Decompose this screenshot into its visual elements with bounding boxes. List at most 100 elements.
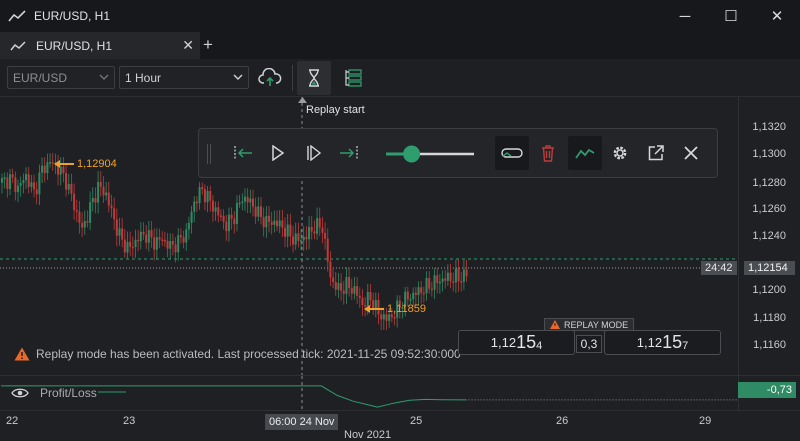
cloud-upload-button[interactable] — [253, 61, 287, 95]
price-tick: 1,1180 — [753, 312, 786, 324]
low-price-annotation: 1,11859 — [364, 303, 426, 315]
step-forward-button[interactable] — [297, 136, 331, 170]
price-tick: 1,1260 — [752, 203, 786, 215]
close-window-button[interactable]: ✕ — [754, 0, 800, 32]
layers-button[interactable] — [336, 61, 370, 95]
candle-body — [462, 269, 465, 282]
candle-body — [230, 214, 233, 219]
play-button[interactable] — [261, 136, 295, 170]
play-icon — [272, 145, 285, 161]
candle-body — [142, 231, 145, 235]
candle-body — [417, 287, 420, 295]
bid-big-digits: 15 — [516, 332, 537, 352]
step-forward-icon — [307, 145, 322, 161]
speed-slider[interactable] — [384, 144, 476, 164]
loop-button[interactable] — [495, 136, 529, 170]
price-axis[interactable]: 1,1320 1,1300 1,1280 1,1260 1,1240 1,120… — [738, 97, 800, 375]
candle-body — [113, 208, 116, 220]
candle-body — [273, 220, 276, 225]
candle-body — [388, 314, 391, 321]
time-axis[interactable]: 22 23 25 26 29 06:00 24 Nov Nov 2021 — [0, 410, 800, 441]
step-to-end-button[interactable] — [332, 136, 366, 170]
candle-body — [107, 192, 110, 206]
candle-body — [356, 286, 359, 296]
candle-body — [110, 205, 113, 209]
candle-body — [457, 268, 460, 282]
candle-body — [73, 193, 76, 211]
candle-body — [454, 268, 457, 283]
time-tick: 29 — [699, 415, 712, 427]
step-to-start-icon — [234, 146, 252, 160]
candle-body — [241, 201, 244, 204]
candle-body — [150, 230, 153, 238]
candle-body — [433, 275, 436, 290]
maximize-button[interactable]: ☐ — [708, 0, 754, 32]
time-tick: 26 — [556, 415, 569, 427]
price-tick: 1,1240 — [752, 230, 786, 242]
high-price-annotation: 1,12904 — [54, 158, 117, 170]
close-replay-button[interactable] — [674, 136, 708, 170]
replay-button[interactable] — [297, 61, 331, 95]
candle-body — [217, 207, 220, 216]
candle-body — [190, 211, 193, 223]
price-tick: 1,1280 — [752, 177, 786, 189]
low-price-label: 1,11859 — [387, 303, 426, 315]
symbol-select[interactable]: EUR/USD — [7, 66, 115, 89]
crosshair-time-label: 06:00 24 Nov — [265, 414, 339, 430]
candle-body — [340, 283, 343, 291]
candle-body — [348, 276, 351, 288]
candle-body — [284, 227, 287, 237]
candle-body — [227, 214, 230, 232]
drag-handle-icon[interactable] — [206, 144, 212, 164]
replay-mode-label: REPLAY MODE — [564, 319, 629, 330]
candle-body — [420, 287, 423, 293]
candle-body — [300, 240, 303, 242]
candle-body — [126, 241, 129, 253]
settings-button[interactable] — [603, 136, 637, 170]
candle-body — [177, 235, 180, 253]
candle-body — [201, 187, 204, 190]
loop-icon — [501, 148, 523, 158]
candle-body — [308, 226, 311, 240]
candle-body — [22, 180, 25, 184]
timeframe-select[interactable]: 1 Hour — [119, 66, 249, 89]
ask-quote[interactable]: 1,12 15 7 — [604, 330, 721, 355]
candle-body — [14, 177, 17, 193]
maximize-icon: ☐ — [724, 8, 738, 25]
ask-prefix: 1,12 — [636, 335, 663, 350]
candle-body — [246, 196, 249, 203]
candle-body — [262, 217, 265, 228]
chart-line-icon — [575, 148, 595, 159]
chart-style-button[interactable] — [568, 136, 602, 170]
candle-body — [292, 236, 295, 245]
step-to-start-button[interactable] — [226, 136, 260, 170]
candle-body — [345, 276, 348, 294]
delete-button[interactable] — [531, 136, 565, 170]
slider-knob[interactable] — [403, 145, 421, 163]
tab-close-icon[interactable]: ✕ — [182, 37, 194, 54]
add-tab-icon[interactable]: + — [203, 35, 213, 55]
candle-body — [350, 287, 353, 294]
tab-eurusd[interactable]: EUR/USD, H1 ✕ — [0, 32, 200, 59]
profit-loss-pane[interactable]: Profit/Loss — [0, 375, 738, 411]
candle-body — [281, 220, 284, 228]
price-tick: 1,1300 — [752, 148, 786, 160]
price-tick: 1,1200 — [752, 284, 786, 296]
candle-body — [444, 278, 447, 281]
candle-body — [94, 197, 97, 203]
detach-button[interactable] — [639, 136, 673, 170]
current-price-tag: 1,12154 — [744, 261, 795, 275]
candle-body — [289, 224, 292, 237]
ask-small-digit: 7 — [682, 339, 689, 352]
candle-body — [179, 235, 182, 238]
candle-body — [452, 281, 455, 283]
minimize-button[interactable]: ─ — [662, 0, 708, 32]
candle-body — [425, 277, 428, 294]
candle-body — [99, 181, 102, 187]
price-tick: 1,1320 — [752, 121, 786, 133]
candle-body — [171, 241, 174, 245]
arrow-left-icon — [364, 305, 384, 313]
candle-countdown: 24:42 — [701, 261, 737, 275]
candle-body — [163, 239, 166, 242]
bid-quote[interactable]: 1,12 15 4 — [458, 330, 575, 355]
